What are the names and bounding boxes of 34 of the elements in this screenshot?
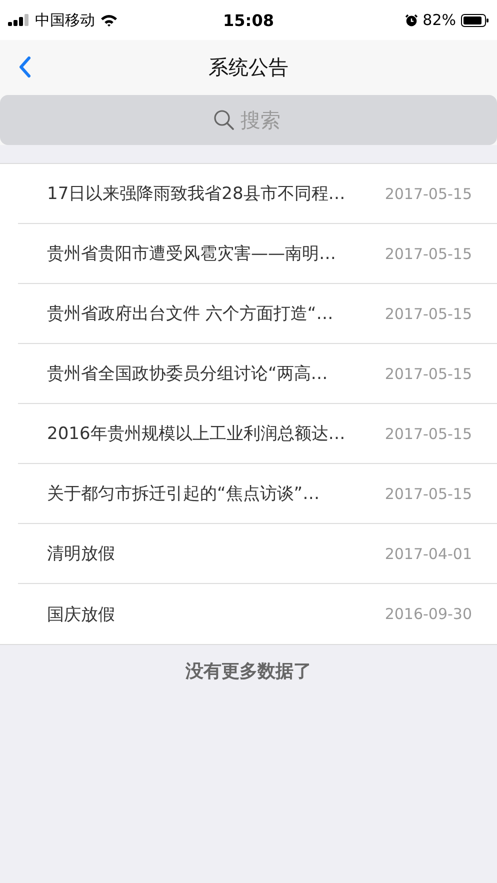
signal-icon: [8, 14, 30, 26]
notice-title: 17日以来强降雨致我省28县市不同程…: [47, 183, 346, 205]
notice-row[interactable]: 贵州省政府出台文件 六个方面打造“… 2017-05-15: [18, 284, 497, 344]
notice-row[interactable]: 2016年贵州规模以上工业利润总额达… 2017-05-15: [18, 404, 497, 464]
notice-date: 2017-05-15: [384, 244, 472, 262]
notice-row[interactable]: 贵州省全国政协委员分组讨论“两高… 2017-05-15: [18, 344, 497, 404]
notice-title: 清明放假: [47, 543, 115, 565]
notice-date: 2017-04-01: [384, 544, 472, 562]
battery-icon: [461, 14, 489, 26]
notice-row[interactable]: 贵州省贵阳市遭受风雹灾害——南明… 2017-05-15: [18, 224, 497, 284]
notice-date: 2017-05-15: [384, 484, 472, 502]
notice-row[interactable]: 关于都匀市拆迁引起的“焦点访谈”… 2017-05-15: [18, 464, 497, 524]
clock-time: 15:08: [223, 10, 274, 30]
wifi-icon: [100, 14, 118, 26]
notice-title: 贵州省贵阳市遭受风雹灾害——南明…: [47, 243, 336, 265]
notice-date: 2017-05-15: [384, 424, 472, 442]
notice-title: 贵州省全国政协委员分组讨论“两高…: [47, 363, 328, 385]
page-title: 系统公告: [208, 54, 288, 81]
notice-date: 2016-09-30: [384, 605, 472, 623]
carrier-name: 中国移动: [35, 10, 95, 30]
notice-title: 贵州省政府出台文件 六个方面打造“…: [47, 303, 334, 325]
notice-date: 2017-05-15: [384, 304, 472, 322]
notice-date: 2017-05-15: [384, 364, 472, 382]
notice-title: 2016年贵州规模以上工业利润总额达…: [47, 423, 346, 445]
alarm-icon: [404, 14, 418, 26]
notice-row[interactable]: 17日以来强降雨致我省28县市不同程… 2017-05-15: [18, 164, 497, 224]
notice-row[interactable]: 国庆放假 2016-09-30: [18, 584, 497, 644]
search-field[interactable]: 搜索: [0, 95, 497, 145]
notice-date: 2017-05-15: [384, 184, 472, 202]
end-of-list-message: 没有更多数据了: [184, 660, 312, 683]
notice-title: 国庆放假: [47, 604, 115, 626]
notice-title: 关于都匀市拆迁引起的“焦点访谈”…: [47, 483, 320, 505]
notice-row[interactable]: 清明放假 2017-04-01: [18, 524, 497, 584]
battery-percentage: 82%: [422, 11, 456, 29]
